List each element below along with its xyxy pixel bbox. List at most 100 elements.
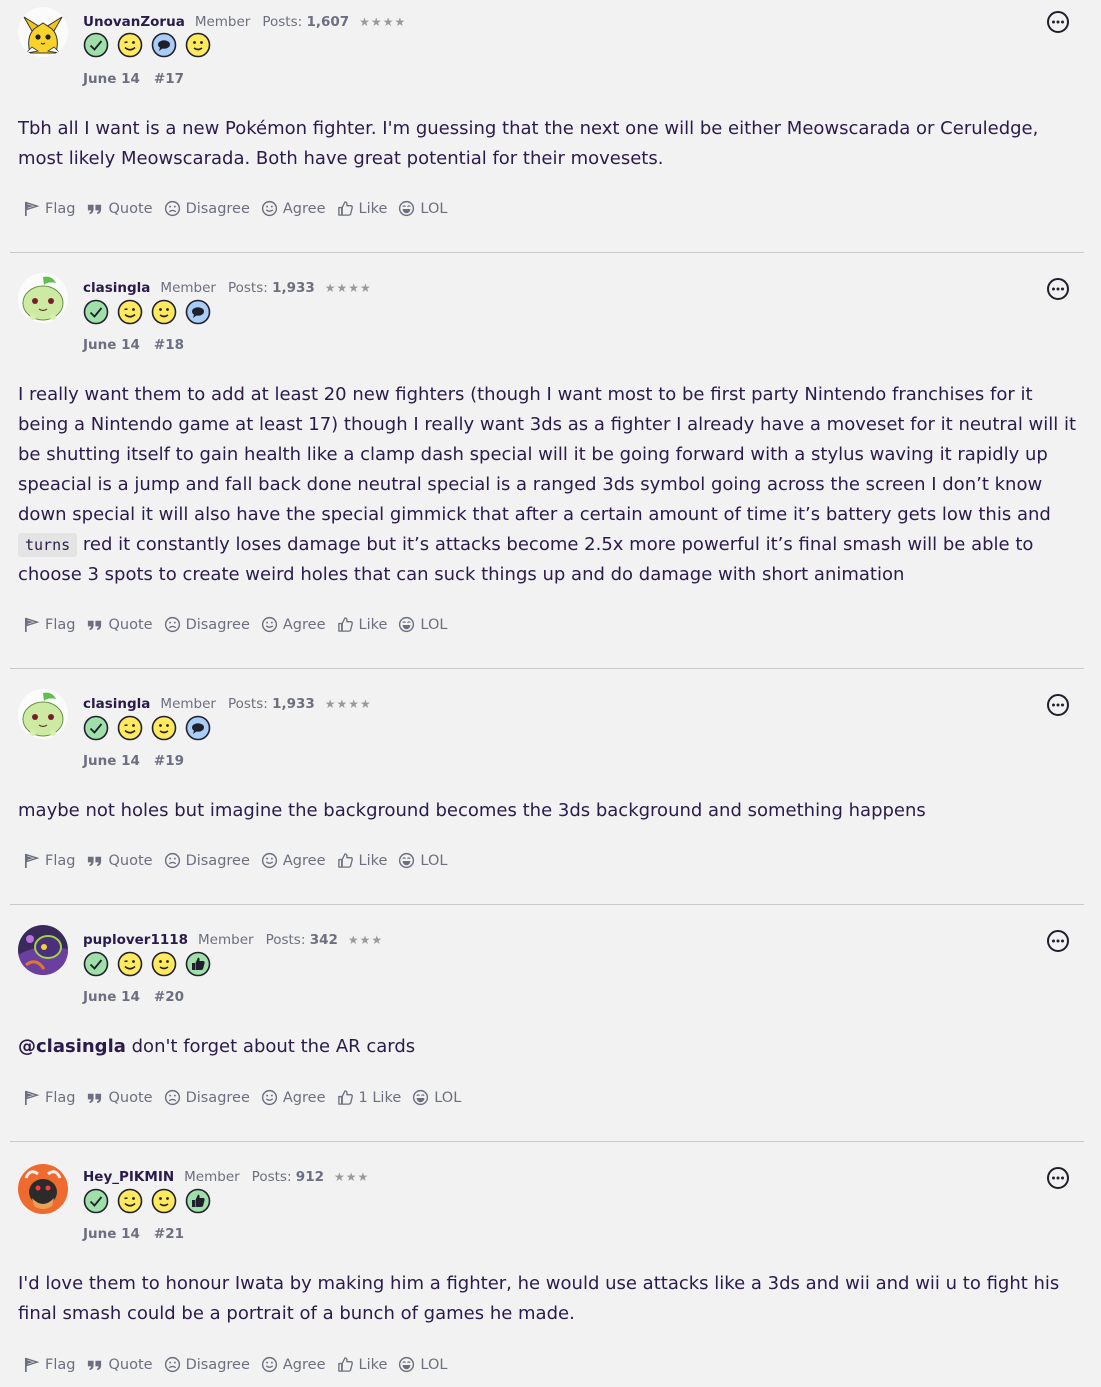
flag-icon xyxy=(23,1089,40,1106)
like-button[interactable]: 1 Like xyxy=(337,1089,402,1106)
more-options-icon[interactable] xyxy=(1046,1166,1070,1190)
wink-badge-icon[interactable] xyxy=(117,32,143,58)
wink-badge-icon[interactable] xyxy=(117,715,143,741)
disagree-button[interactable]: Disagree xyxy=(164,1089,250,1106)
like-button[interactable]: Like xyxy=(337,852,387,869)
smile-badge-icon[interactable] xyxy=(151,715,177,741)
check-badge-icon[interactable] xyxy=(83,299,109,325)
flag-button[interactable]: Flag xyxy=(23,1356,75,1373)
avatar[interactable] xyxy=(18,925,68,975)
check-badge-icon[interactable] xyxy=(83,32,109,58)
post-date[interactable]: June 14 xyxy=(83,753,140,769)
lol-button[interactable]: LOL xyxy=(398,200,447,217)
wink-badge-icon[interactable] xyxy=(117,1188,143,1214)
username[interactable]: Hey_PIKMIN xyxy=(83,1169,174,1185)
thumbs-up-badge-icon[interactable] xyxy=(185,1188,211,1214)
quote-button[interactable]: Quote xyxy=(86,616,153,633)
more-options-icon[interactable] xyxy=(1046,10,1070,34)
like-button[interactable]: Like xyxy=(337,616,387,633)
posts-count: 1,607 xyxy=(306,14,350,30)
chat-badge-icon[interactable] xyxy=(151,32,177,58)
quote-button[interactable]: Quote xyxy=(86,1356,153,1373)
more-options-icon[interactable] xyxy=(1046,693,1070,717)
username[interactable]: clasingla xyxy=(83,696,150,712)
flag-button[interactable]: Flag xyxy=(23,852,75,869)
quote-button[interactable]: Quote xyxy=(86,852,153,869)
avatar[interactable] xyxy=(18,273,68,323)
post-number[interactable]: #18 xyxy=(154,337,184,353)
rank-stars: ★★★ xyxy=(333,1170,370,1184)
username[interactable]: clasingla xyxy=(83,280,150,296)
post-number[interactable]: #19 xyxy=(154,753,184,769)
quote-button[interactable]: Quote xyxy=(86,200,153,217)
flag-button[interactable]: Flag xyxy=(23,200,75,217)
agree-button[interactable]: Agree xyxy=(261,852,326,869)
flag-button[interactable]: Flag xyxy=(23,1089,75,1106)
user-mention-link[interactable]: @clasingla xyxy=(18,1036,126,1057)
username[interactable]: puplover1118 xyxy=(83,932,188,948)
like-button[interactable]: Like xyxy=(337,200,387,217)
agree-button[interactable]: Agree xyxy=(261,1356,326,1373)
agree-button[interactable]: Agree xyxy=(261,616,326,633)
post-text: don't forget about the AR cards xyxy=(131,1036,416,1057)
post-date[interactable]: June 14 xyxy=(83,1226,140,1242)
post-date[interactable]: June 14 xyxy=(83,989,140,1005)
wink-badge-icon[interactable] xyxy=(117,299,143,325)
like-button[interactable]: Like xyxy=(337,1356,387,1373)
wink-badge-icon[interactable] xyxy=(117,951,143,977)
more-options-icon[interactable] xyxy=(1046,277,1070,301)
disagree-label: Disagree xyxy=(185,1089,250,1106)
rank-stars: ★★★★ xyxy=(324,697,372,711)
post-actions: Flag Quote Disagree Agree 1 Like LOL xyxy=(23,1089,472,1106)
chat-badge-icon[interactable] xyxy=(185,715,211,741)
avatar[interactable] xyxy=(18,1164,68,1214)
post-actions: Flag Quote Disagree Agree Like LOL xyxy=(23,616,458,633)
lol-label: LOL xyxy=(434,1089,462,1106)
like-label: 1 Like xyxy=(358,1089,402,1106)
check-badge-icon[interactable] xyxy=(83,1188,109,1214)
post-date[interactable]: June 14 xyxy=(83,71,140,87)
disagree-button[interactable]: Disagree xyxy=(164,200,250,217)
agree-label: Agree xyxy=(282,1356,326,1373)
lol-icon xyxy=(398,852,415,869)
post-number[interactable]: #20 xyxy=(154,989,184,1005)
disagree-icon xyxy=(164,616,181,633)
more-options-icon[interactable] xyxy=(1046,929,1070,953)
agree-button[interactable]: Agree xyxy=(261,200,326,217)
thumbs-up-icon xyxy=(337,852,354,869)
username[interactable]: UnovanZorua xyxy=(83,14,185,30)
avatar[interactable] xyxy=(18,689,68,739)
lol-button[interactable]: LOL xyxy=(398,1356,447,1373)
check-badge-icon[interactable] xyxy=(83,715,109,741)
smile-badge-icon[interactable] xyxy=(151,1188,177,1214)
post-meta: clasingla Member Posts: 1,933 ★★★★ xyxy=(83,695,372,713)
post-text: red it constantly loses damage but it’s … xyxy=(18,534,1034,585)
disagree-button[interactable]: Disagree xyxy=(164,852,250,869)
agree-label: Agree xyxy=(282,200,326,217)
lol-button[interactable]: LOL xyxy=(412,1089,461,1106)
disagree-label: Disagree xyxy=(185,200,250,217)
smile-badge-icon[interactable] xyxy=(151,299,177,325)
flag-button[interactable]: Flag xyxy=(23,616,75,633)
badge-row xyxy=(83,951,211,979)
post-dateline: June 14 #19 xyxy=(83,753,184,769)
disagree-button[interactable]: Disagree xyxy=(164,616,250,633)
lol-button[interactable]: LOL xyxy=(398,616,447,633)
disagree-button[interactable]: Disagree xyxy=(164,1356,250,1373)
lol-button[interactable]: LOL xyxy=(398,852,447,869)
smile-badge-icon[interactable] xyxy=(185,32,211,58)
flag-label: Flag xyxy=(45,852,76,869)
post-date[interactable]: June 14 xyxy=(83,337,140,353)
smile-badge-icon[interactable] xyxy=(151,951,177,977)
chat-badge-icon[interactable] xyxy=(185,299,211,325)
agree-button[interactable]: Agree xyxy=(261,1089,326,1106)
thumbs-up-badge-icon[interactable] xyxy=(185,951,211,977)
post-number[interactable]: #17 xyxy=(154,71,184,87)
post-number[interactable]: #21 xyxy=(154,1226,184,1242)
quote-button[interactable]: Quote xyxy=(86,1089,153,1106)
flag-icon xyxy=(23,616,40,633)
flag-label: Flag xyxy=(45,1356,76,1373)
check-badge-icon[interactable] xyxy=(83,951,109,977)
badge-row xyxy=(83,1188,211,1216)
avatar[interactable] xyxy=(18,7,68,57)
